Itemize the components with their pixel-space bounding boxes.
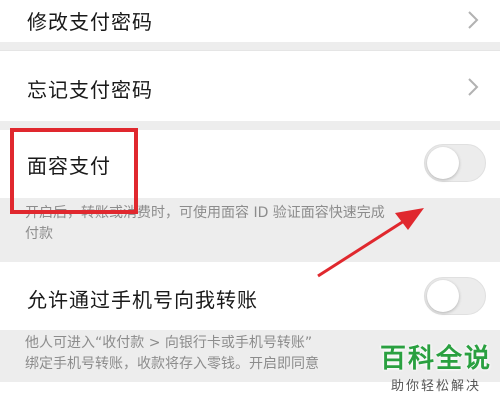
toggle-knob [427,147,459,179]
highlight-box [10,128,138,214]
allow-phone-transfer-row: 允许通过手机号向我转账 [0,262,500,330]
allow-phone-transfer-toggle[interactable] [424,277,486,315]
face-pay-description-line: 付款 [25,226,53,242]
change-payment-password-label: 修改支付密码 [27,10,153,34]
allow-phone-transfer-description-line: 绑定手机号转账，收款将存入零钱。开启即同意 [25,356,319,372]
chevron-right-icon [468,11,479,29]
watermark-subtitle: 助你轻松解决 [390,379,481,394]
forgot-payment-password-row[interactable]: 忘记支付密码 [0,51,500,121]
chevron-right-icon [468,78,479,96]
allow-phone-transfer-description-line: 他人可进入“收付款 > 向银行卡或手机号转账” [25,335,313,351]
face-pay-toggle[interactable] [424,144,486,182]
forgot-payment-password-label: 忘记支付密码 [27,78,153,102]
toggle-knob [427,280,459,312]
allow-phone-transfer-label: 允许通过手机号向我转账 [27,288,258,312]
change-payment-password-row[interactable]: 修改支付密码 [0,0,500,42]
allow-phone-transfer-description: 他人可进入“收付款 > 向银行卡或手机号转账” 绑定手机号转账，收款将存入零钱。… [25,333,319,375]
watermark-logo: 百科全说 助你轻松解决 [376,338,496,396]
watermark-title: 百科全说 [379,344,492,374]
